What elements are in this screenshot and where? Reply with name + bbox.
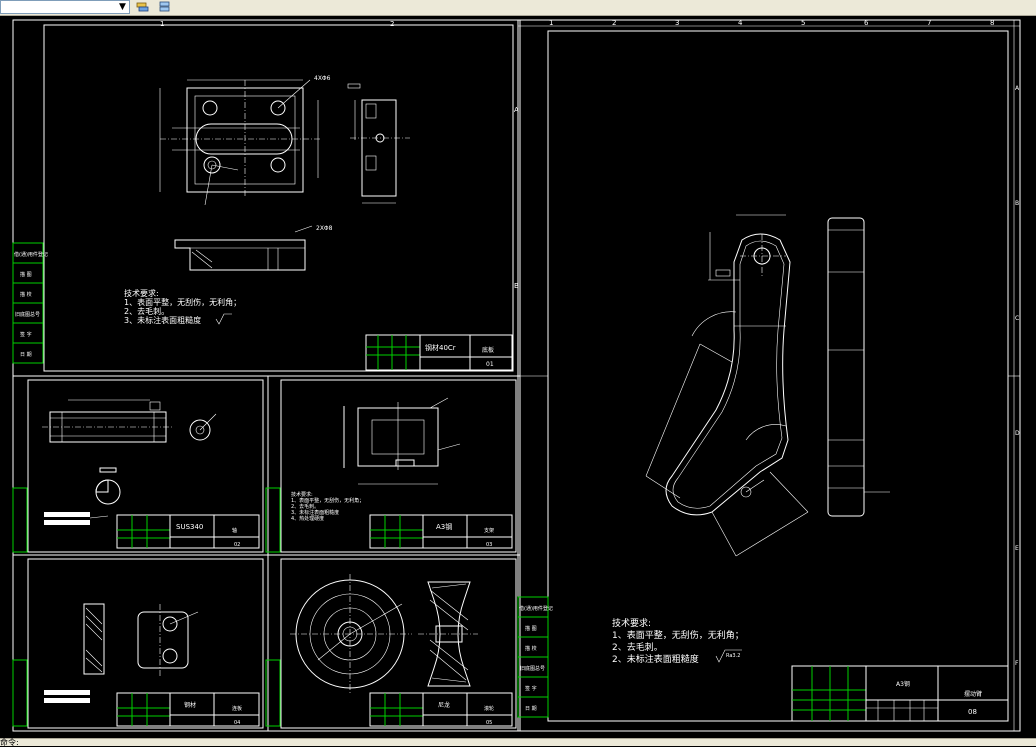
svg-text:A: A (1015, 85, 1020, 92)
roughness-value: Ra3.2 (726, 653, 740, 659)
right-title-block: A3钢 摆动臂 08 (791, 665, 1009, 722)
hole-dimension: 4XΦ6 (314, 75, 331, 82)
plate-section: 2XΦ8 (174, 225, 333, 271)
svg-text:2、去毛刺。: 2、去毛刺。 (291, 503, 319, 510)
panel-c-name: 连板 (232, 705, 242, 712)
svg-text:签 字: 签 字 (525, 685, 537, 692)
stamp-label: 日 期 (20, 352, 32, 358)
title-name: 底板 (482, 346, 494, 354)
svg-text:1、表面平整，无刮伤，无利角；: 1、表面平整，无刮伤，无利角； (612, 629, 744, 641)
svg-text:4: 4 (738, 19, 743, 27)
svg-text:3、未标注表面粗糙度: 3、未标注表面粗糙度 (291, 509, 339, 516)
svg-text:2、去毛刺。: 2、去毛刺。 (124, 306, 169, 316)
svg-text:E: E (1015, 545, 1019, 552)
svg-text:8: 8 (990, 19, 994, 27)
panel-b-name: 支架 (484, 527, 494, 534)
layer-combo[interactable]: ▼ (0, 0, 130, 14)
panel-d-material: 尼龙 (438, 701, 450, 709)
plate-top-view: 4XΦ6 (159, 75, 331, 206)
right-side-stamp: 借(通)用件登记 描 图 描 校 旧底图总号 签 字 日 期 (517, 596, 553, 718)
svg-text:5: 5 (801, 19, 805, 27)
svg-text:F: F (1015, 660, 1019, 667)
zone-number: 1 (160, 20, 164, 28)
panel-bracket: 技术要求: 1、表面平整，无刮伤，无利角； 2、去毛刺。 3、未标注表面粗糙度 … (291, 397, 513, 549)
svg-text:日 期: 日 期 (525, 706, 537, 712)
svg-text:描 校: 描 校 (525, 645, 537, 652)
right-title-material: A3钢 (896, 680, 910, 688)
panel-a-name: 轴 (232, 527, 237, 534)
svg-text:1、表面平整，无刮伤，无利角；: 1、表面平整，无刮伤，无利角； (291, 497, 364, 504)
panel-a-number: 02 (234, 542, 240, 548)
svg-text:3: 3 (675, 19, 679, 27)
svg-text:1、表面平整，无刮伤，无利角；: 1、表面平整，无刮伤，无利角； (124, 297, 241, 307)
panel-d-number: 05 (486, 720, 492, 726)
right-sheet: 1 2 3 4 5 6 7 8 A B C D E F 借(通)用件登记 描 图… (517, 19, 1021, 732)
stamp-label: 旧底图总号 (15, 311, 40, 318)
swing-arm-view (645, 214, 809, 557)
stamp-label: 借(通)用件登记 (14, 251, 48, 258)
zone-number: 2 (390, 20, 394, 28)
panel-link-plate: 钢材 连板 04 (44, 603, 260, 727)
svg-text:1: 1 (549, 19, 553, 27)
svg-text:D: D (1015, 430, 1020, 437)
svg-text:旧底图总号: 旧底图总号 (520, 665, 545, 672)
drawing-canvas[interactable]: 1 2 A B 借(通)用件登记 描 图 描 校 旧底图总号 签 字 日 期 4… (0, 16, 1036, 738)
stamp-label: 描 校 (20, 291, 32, 298)
panel-b-material: A3钢 (436, 522, 452, 531)
panel-c-number: 04 (234, 720, 240, 726)
right-title-name: 摆动臂 (964, 690, 982, 698)
chevron-down-icon[interactable]: ▼ (119, 2, 126, 12)
svg-text:技术要求:: 技术要求: (124, 288, 159, 298)
left-sheet: 1 2 A B 借(通)用件登记 描 图 描 校 旧底图总号 签 字 日 期 4… (12, 19, 521, 732)
panel-c-material: 钢材 (184, 701, 196, 709)
right-title-number: 08 (968, 708, 977, 716)
svg-text:C: C (1015, 315, 1019, 322)
layer-properties-icon[interactable] (158, 1, 172, 13)
title-number: 01 (486, 361, 494, 368)
toolbar: ▼ (0, 0, 1036, 16)
svg-text:6: 6 (864, 19, 869, 27)
panel-shaft: SUS340 轴 02 (42, 399, 260, 549)
right-tech-requirements: 技术要求: 1、表面平整，无刮伤，无利角； 2、去毛刺。 2、未标注表面粗糙度 … (612, 617, 744, 665)
layer-stack-icon[interactable] (136, 1, 150, 13)
stamp-label: 描 图 (20, 271, 32, 278)
svg-text:4、热处理硬度: 4、热处理硬度 (291, 515, 324, 522)
svg-text:7: 7 (927, 19, 931, 27)
panel-d-name: 滚轮 (484, 705, 494, 712)
svg-text:技术要求:: 技术要求: (291, 491, 313, 498)
svg-text:描 图: 描 图 (525, 625, 537, 632)
title-material: 钢材40Cr (425, 343, 456, 352)
svg-text:3、未标注表面粗糙度: 3、未标注表面粗糙度 (124, 315, 201, 325)
panel-b-number: 03 (486, 542, 492, 548)
swing-arm-side-view (827, 217, 890, 517)
panel-roller: 尼龙 滚轮 05 (290, 574, 513, 727)
svg-text:技术要求:: 技术要求: (612, 617, 651, 629)
plate-side-view (347, 83, 410, 204)
panel-a-material: SUS340 (176, 523, 203, 531)
svg-text:B: B (1015, 200, 1019, 207)
stamp-label: 签 字 (20, 331, 32, 338)
section-dimension: 2XΦ8 (316, 225, 333, 232)
command-prompt: 命令: (0, 738, 19, 747)
svg-text:2、去毛刺。: 2、去毛刺。 (612, 641, 663, 653)
svg-text:2、未标注表面粗糙度: 2、未标注表面粗糙度 (612, 653, 699, 665)
title-block: 钢材40Cr 底板 01 (365, 334, 513, 371)
svg-text:借(通)用件登记: 借(通)用件登记 (519, 605, 553, 612)
svg-text:2: 2 (612, 19, 616, 27)
tech-requirements: 技术要求: 1、表面平整，无刮伤，无利角； 2、去毛刺。 3、未标注表面粗糙度 (124, 288, 241, 325)
